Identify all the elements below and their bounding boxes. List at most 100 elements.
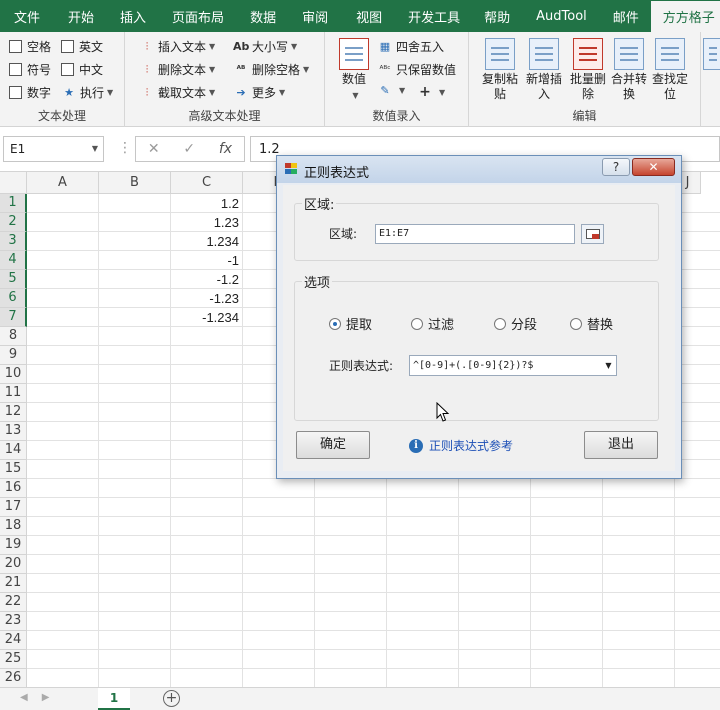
sheet-nav-arrows[interactable]: ◀▶	[20, 692, 63, 703]
column-header[interactable]: C	[171, 172, 243, 194]
row-header[interactable]: 7	[0, 308, 27, 327]
cell-c[interactable]: -1.2	[171, 270, 242, 289]
copy-paste-button[interactable]: 复制粘贴	[479, 38, 521, 102]
case-button[interactable]: Ab 大小写 ▼	[233, 38, 297, 55]
next-ribbon-button[interactable]	[703, 38, 720, 72]
tab-insert[interactable]: 插入	[108, 0, 158, 32]
checkbox-space[interactable]: 空格	[9, 38, 51, 55]
round-button[interactable]: ▦ 四舍五入	[377, 38, 444, 55]
tab-mail[interactable]: 邮件	[601, 0, 651, 32]
find-locate-button[interactable]: 查找定位	[649, 38, 691, 102]
checkbox-box[interactable]	[61, 40, 74, 53]
row-header[interactable]: 20	[0, 555, 27, 574]
close-button[interactable]: ✕	[632, 158, 675, 176]
checkbox-box[interactable]	[9, 40, 22, 53]
row-header[interactable]: 19	[0, 536, 27, 555]
checkbox-english[interactable]: 英文	[61, 38, 103, 55]
radio-button[interactable]	[494, 317, 506, 330]
row-header[interactable]: 26	[0, 669, 27, 688]
more-button[interactable]: ➔ 更多 ▼	[233, 84, 285, 101]
row-header[interactable]: 11	[0, 384, 27, 403]
chevron-down-icon[interactable]: ▼	[92, 144, 98, 153]
delete-text-button[interactable]: ⫶ 删除文本 ▼	[139, 61, 216, 78]
tab-review[interactable]: 审阅	[288, 0, 342, 32]
row-header[interactable]: 3	[0, 232, 27, 251]
row-header[interactable]: 6	[0, 289, 27, 308]
radio-button[interactable]	[329, 317, 341, 330]
row-header[interactable]: 25	[0, 650, 27, 669]
tab-data[interactable]: 数据	[238, 0, 288, 32]
column-header[interactable]: B	[99, 172, 171, 194]
row-header[interactable]: 2	[0, 213, 27, 232]
radio-replace[interactable]: 替换	[570, 314, 613, 333]
radio-segment[interactable]: 分段	[494, 314, 537, 333]
cell-c[interactable]: -1.234	[171, 308, 242, 327]
checkbox-chinese[interactable]: 中文	[61, 61, 103, 78]
row-header[interactable]: 4	[0, 251, 27, 270]
exit-button[interactable]: 退出	[584, 431, 658, 459]
tab-developer[interactable]: 开发工具	[396, 0, 472, 32]
add-sheet-icon[interactable]: +	[163, 690, 180, 707]
batch-delete-button[interactable]: 批量删除	[567, 38, 609, 102]
row-header[interactable]: 15	[0, 460, 27, 479]
row-header[interactable]: 10	[0, 365, 27, 384]
tab-audtool[interactable]: AudTool	[522, 0, 601, 32]
row-header[interactable]: 18	[0, 517, 27, 536]
format-dropdown[interactable]: ✎ ▼	[377, 84, 405, 97]
row-header[interactable]: 24	[0, 631, 27, 650]
row-header[interactable]: 13	[0, 422, 27, 441]
checkbox-box[interactable]	[61, 63, 74, 76]
insert-function-icon[interactable]: fx	[219, 141, 232, 157]
row-header[interactable]: 9	[0, 346, 27, 365]
radio-extract[interactable]: 提取	[329, 314, 372, 333]
splitter-icon[interactable]: ⋮	[118, 140, 132, 156]
checkbox-box[interactable]	[9, 86, 22, 99]
row-header[interactable]: 8	[0, 327, 27, 346]
insert-text-button[interactable]: ⫶ 插入文本 ▼	[139, 38, 216, 55]
ok-button[interactable]: 确定	[296, 431, 370, 459]
row-header[interactable]: 14	[0, 441, 27, 460]
row-header[interactable]: 21	[0, 574, 27, 593]
delete-space-button[interactable]: ᴬᴮ 删除空格 ▼	[233, 61, 310, 78]
select-all-corner[interactable]	[0, 172, 27, 194]
row-header[interactable]: 23	[0, 612, 27, 631]
name-box[interactable]: E1 ▼	[3, 136, 104, 162]
tab-view[interactable]: 视图	[342, 0, 396, 32]
tab-page-layout[interactable]: 页面布局	[158, 0, 238, 32]
row-header[interactable]: 5	[0, 270, 27, 289]
cell-c[interactable]: -1	[171, 251, 242, 270]
enter-icon[interactable]: ✓	[183, 141, 195, 157]
checkbox-number[interactable]: 数字	[9, 84, 51, 101]
sheet-tab[interactable]: 1	[98, 688, 130, 710]
region-input[interactable]: E1:E7	[375, 224, 575, 244]
regex-input[interactable]: ^[0-9]+(.[0-9]{2})?$	[409, 355, 617, 376]
cancel-icon[interactable]: ✕	[148, 141, 160, 157]
tab-file[interactable]: 文件	[0, 0, 54, 32]
cell-c[interactable]: -1.23	[171, 289, 242, 308]
cell-c[interactable]: 1.23	[171, 213, 242, 232]
range-select-button[interactable]	[581, 224, 604, 244]
radio-filter[interactable]: 过滤	[411, 314, 454, 333]
row-header[interactable]: 17	[0, 498, 27, 517]
add-button[interactable]: + ▼	[417, 84, 445, 100]
keep-number-button[interactable]: ᴬᴮᶜ 只保留数值	[377, 61, 456, 78]
column-header[interactable]: A	[27, 172, 99, 194]
execute-button[interactable]: ★ 执行 ▼	[61, 84, 113, 101]
dialog-titlebar[interactable]: 正则表达式 ? ✕	[277, 156, 681, 183]
merge-convert-button[interactable]: 合并转换	[608, 38, 650, 102]
radio-button[interactable]	[411, 317, 423, 330]
row-header[interactable]: 12	[0, 403, 27, 422]
cell-c[interactable]: 1.234	[171, 232, 242, 251]
row-header[interactable]: 16	[0, 479, 27, 498]
add-insert-button[interactable]: 新增插入	[523, 38, 565, 102]
row-header[interactable]: 1	[0, 194, 27, 213]
number-button[interactable]: 数值 ▼	[333, 38, 375, 103]
extract-text-button[interactable]: ⫶ 截取文本 ▼	[139, 84, 216, 101]
tab-fangfang-gezi[interactable]: 方方格子	[650, 0, 720, 32]
checkbox-box[interactable]	[9, 63, 22, 76]
checkbox-symbol[interactable]: 符号	[9, 61, 51, 78]
tab-home[interactable]: 开始	[54, 0, 108, 32]
cell-c[interactable]: 1.2	[171, 194, 242, 213]
tab-help[interactable]: 帮助	[472, 0, 522, 32]
help-button[interactable]: ?	[602, 158, 630, 176]
